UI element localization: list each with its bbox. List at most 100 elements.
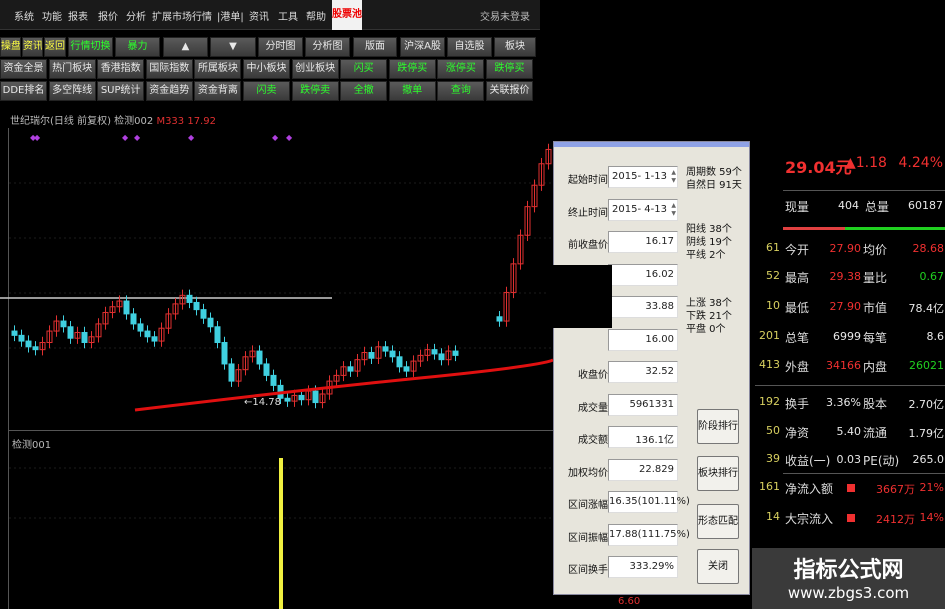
quote-label: 每笔 xyxy=(863,331,888,345)
toolbar-button[interactable]: 全撤 xyxy=(340,81,388,101)
toolbar-button[interactable]: 创业板块 xyxy=(291,59,339,79)
candle xyxy=(396,356,403,368)
menu-item[interactable]: 报价 xyxy=(98,8,118,23)
toolbar-button[interactable]: 沪深A股 xyxy=(400,37,445,57)
menu-item[interactable]: 分析 xyxy=(126,8,146,23)
dialog-titlebar[interactable] xyxy=(554,142,749,147)
toolbar-button[interactable]: 跌停卖 xyxy=(291,81,339,101)
side-number: 161 xyxy=(759,480,780,493)
quote-label: 量比 xyxy=(863,271,888,285)
toolbar-button[interactable]: ▼ xyxy=(210,37,256,57)
flow-indicator xyxy=(847,514,855,522)
toolbar-button[interactable]: 国际指数 xyxy=(145,59,193,79)
menu-bar: 系统 功能 报表 报价 分析 扩展市场行情 |港单| 资讯 工具 帮助 xyxy=(0,0,540,30)
toolbar-button[interactable]: 香港指数 xyxy=(97,59,145,79)
watermark: 指标公式网 www.zbgs3.com xyxy=(752,548,945,609)
side-number: 413 xyxy=(759,358,780,371)
menu-item[interactable]: 资讯 xyxy=(249,8,269,23)
value-field: 333.29% xyxy=(608,556,678,578)
value-field: 16.35(101.11%) xyxy=(608,491,690,513)
candle xyxy=(431,349,438,355)
field-value: 32.52 xyxy=(645,366,674,377)
toolbar-button[interactable]: SUP统计 xyxy=(97,81,145,101)
candle xyxy=(25,340,32,348)
menu-item[interactable]: 帮助 xyxy=(306,8,326,23)
toolbar-button[interactable]: 分析图 xyxy=(305,37,350,57)
indicator-value: M333 17.92 xyxy=(156,116,216,127)
candle xyxy=(32,346,39,351)
toolbar-button[interactable]: 资金全景 xyxy=(0,59,47,79)
total-vol: 60187 xyxy=(908,199,943,212)
value-field: 16.02 xyxy=(608,263,678,286)
stock-name: 世纪瑞尔(日线 前复权) 检测002 xyxy=(10,116,154,127)
candle xyxy=(186,294,193,303)
toolbar-button[interactable]: 关联报价 xyxy=(486,81,533,101)
toolbar-button[interactable]: 跌停买 xyxy=(388,59,436,79)
divider xyxy=(783,190,945,191)
spinner-icon[interactable]: ▲ ▼ xyxy=(671,202,676,218)
toolbar-button[interactable]: 中小板块 xyxy=(243,59,290,79)
buy-ratio-bar xyxy=(783,227,845,230)
flow-label: 大宗流入 xyxy=(785,512,834,526)
flow-value: 2412万 xyxy=(876,513,915,526)
close-button[interactable]: 关闭 xyxy=(697,549,739,584)
flow-value: 3667万 xyxy=(876,483,915,496)
signal-marker: ◆ xyxy=(286,133,293,142)
field-value: 5961331 xyxy=(629,398,674,410)
menu-item[interactable]: 工具 xyxy=(278,8,298,23)
quote-value: 2.70亿 xyxy=(908,398,945,411)
menu-item[interactable]: 报表 xyxy=(68,8,88,23)
side-number: 52 xyxy=(766,269,780,282)
toolbar-button[interactable]: 行情切换 xyxy=(68,37,113,57)
field-value: 22.829 xyxy=(639,463,674,475)
price-change-pct: 4.24% xyxy=(898,155,943,171)
pattern-match-button[interactable]: 形态匹配 xyxy=(697,504,739,539)
spinner-icon[interactable]: ▲ ▼ xyxy=(671,169,676,185)
menu-item[interactable]: 系统 xyxy=(14,8,34,23)
toolbar-button[interactable]: 查询 xyxy=(437,81,485,101)
cur-vol: 404 xyxy=(838,199,859,212)
date-picker[interactable]: 2015- 4-13 ▲ ▼ xyxy=(608,198,678,221)
toolbar-button[interactable]: 自选股 xyxy=(447,37,492,57)
toolbar-button[interactable]: DDE排名 xyxy=(0,81,47,101)
toolbar-button[interactable]: 跌停买 xyxy=(486,59,533,79)
toolbar-button[interactable]: 热门板块 xyxy=(48,59,96,79)
toolbar-button[interactable]: ▲ xyxy=(163,37,208,57)
toolbar-button[interactable]: 暴力 xyxy=(115,37,160,57)
bottom-value: 6.60 xyxy=(618,596,641,607)
sector-ranking-button[interactable]: 板块排行 xyxy=(697,456,739,491)
quote-label: 内盘 xyxy=(863,360,888,374)
toolbar-button[interactable]: 所属板块 xyxy=(194,59,242,79)
menu-item[interactable]: 扩展市场行情 xyxy=(152,8,212,23)
toolbar-button[interactable]: 板块 xyxy=(494,37,536,57)
toolbar-button[interactable]: 操盘 xyxy=(0,37,21,57)
menu-item[interactable]: |港单| xyxy=(217,8,244,23)
kline-chart[interactable]: ◆◆ ◆ ◆ ◆ ◆ ◆ xyxy=(0,128,553,609)
toolbar-button[interactable]: 撤单 xyxy=(388,81,436,101)
stage-ranking-button[interactable]: 阶段排行 xyxy=(697,409,739,444)
field-value: 33.88 xyxy=(645,301,674,312)
quote-label: 今开 xyxy=(785,243,810,257)
menu-item[interactable]: 功能 xyxy=(42,8,62,23)
toolbar-button[interactable]: 版面 xyxy=(353,37,397,57)
toolbar-button[interactable]: 闪卖 xyxy=(243,81,290,101)
toolbar-button[interactable]: 资金背离 xyxy=(194,81,242,101)
flow-pct: 21% xyxy=(919,481,944,494)
toolbar-button[interactable]: 闪买 xyxy=(340,59,388,79)
date-picker[interactable]: 2015- 1-13 ▲ ▼ xyxy=(608,166,678,188)
field-label: 成交额 xyxy=(578,435,608,446)
candle xyxy=(144,330,151,338)
value-field: 136.1亿 xyxy=(608,426,678,448)
toolbar-button[interactable]: 涨停买 xyxy=(437,59,485,79)
toolbar-button[interactable]: 资金趋势 xyxy=(145,81,193,101)
toolbar-button[interactable]: 多空阵线 xyxy=(48,81,96,101)
toolbar-button[interactable]: 分时图 xyxy=(258,37,303,57)
toolbar-button[interactable]: 资讯 xyxy=(22,37,43,57)
stock-pool-button[interactable]: 股票池 xyxy=(332,0,362,30)
field-value: 17.88(111.75%) xyxy=(609,528,690,540)
candle xyxy=(256,350,263,365)
candle xyxy=(403,366,410,372)
quote-value: 1.79亿 xyxy=(908,427,945,440)
toolbar-button[interactable]: 返回 xyxy=(44,37,66,57)
quote-value: 0.03 xyxy=(836,453,862,466)
